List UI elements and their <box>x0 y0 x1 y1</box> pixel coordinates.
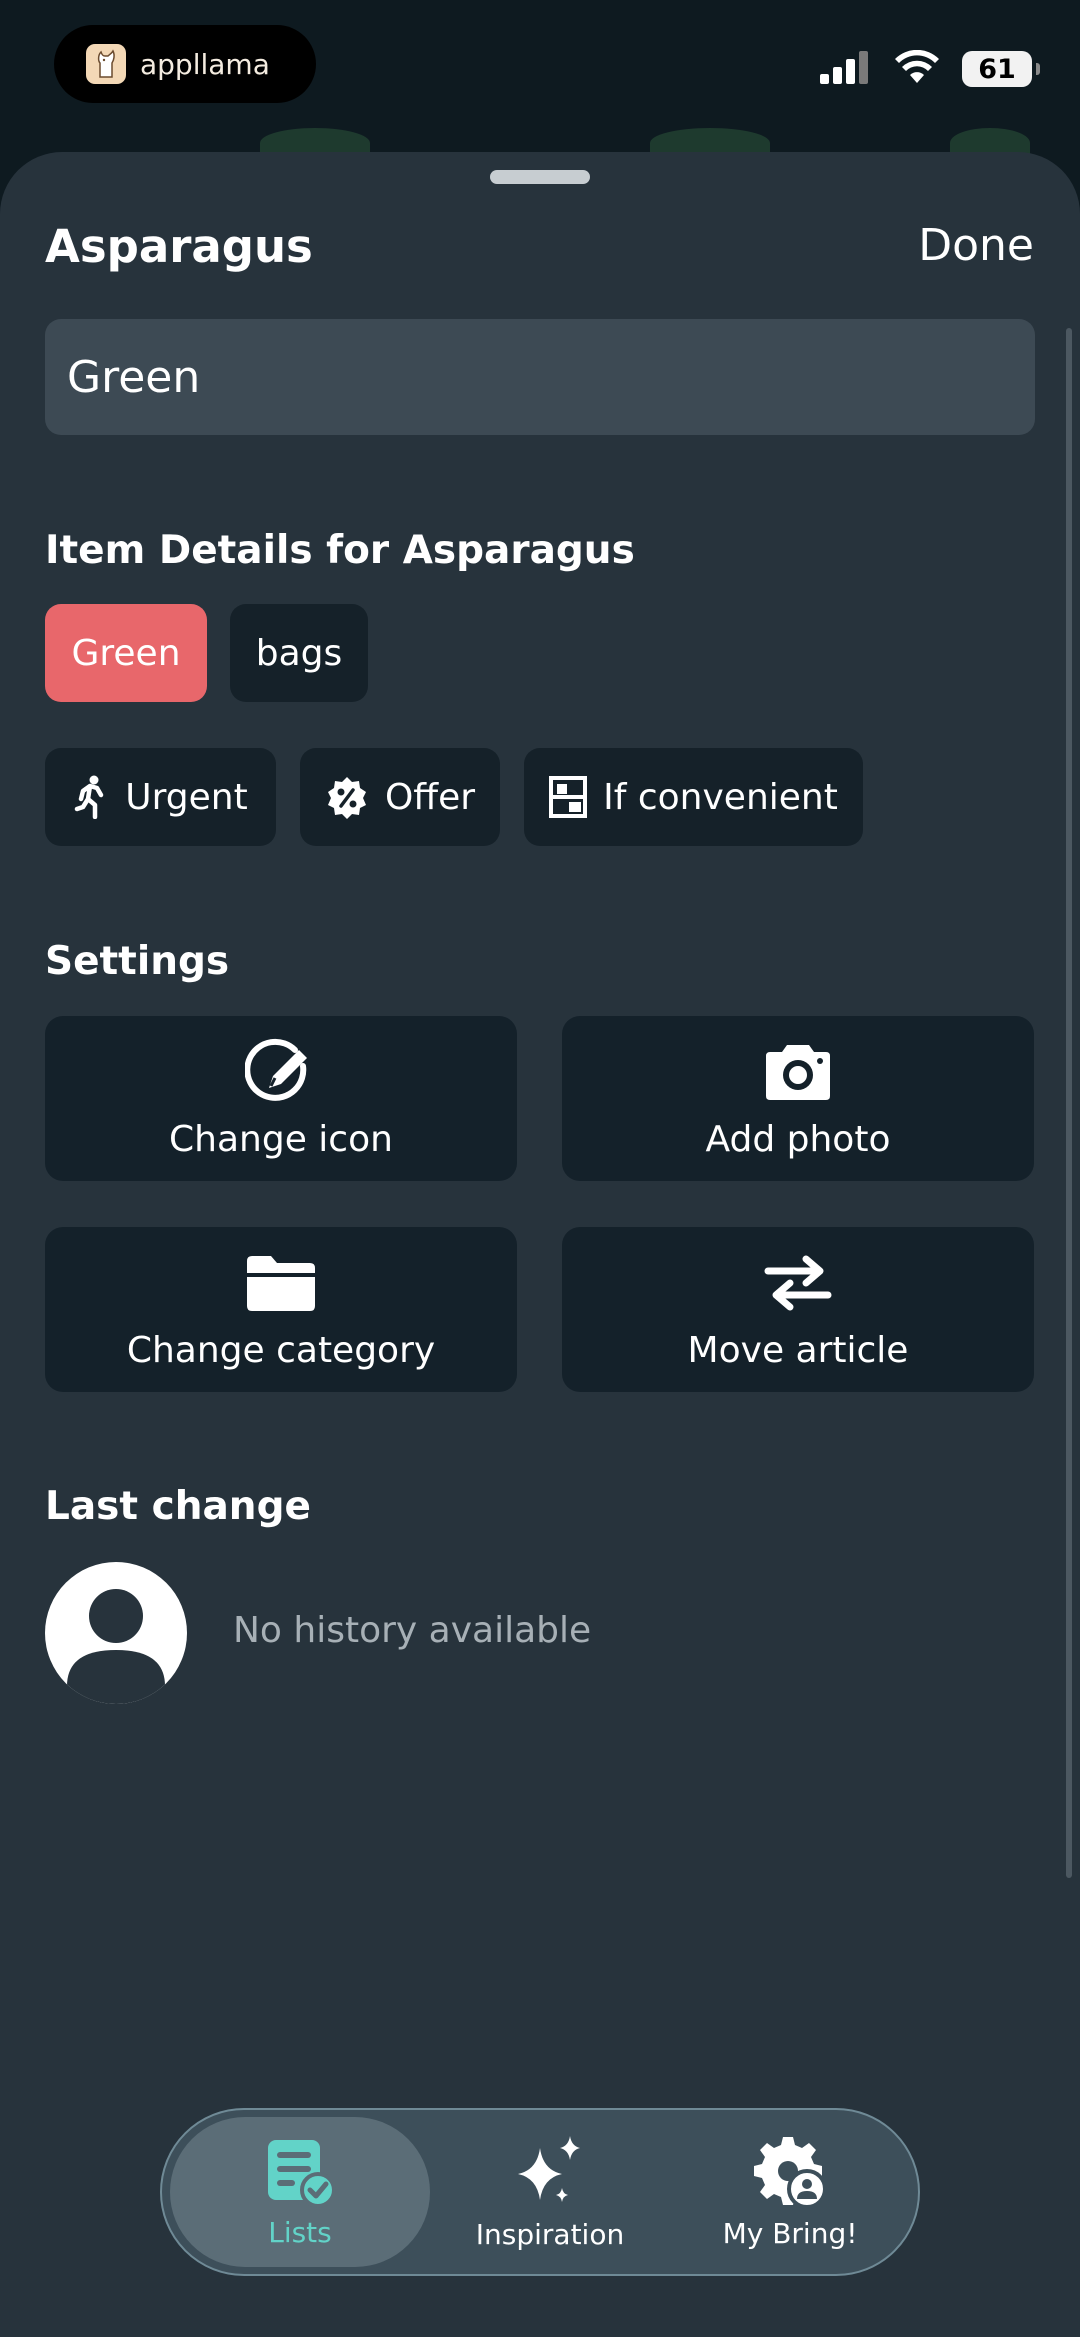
list-check-icon <box>264 2136 336 2212</box>
change-icon-button[interactable]: Change icon <box>45 1016 517 1181</box>
tile-label: Change icon <box>169 1119 393 1160</box>
spec-chip-green[interactable]: Green <box>45 604 207 702</box>
chip-label: bags <box>255 632 343 674</box>
tag-offer[interactable]: Offer <box>300 748 500 846</box>
item-title: Asparagus <box>45 220 313 273</box>
done-button[interactable]: Done <box>918 220 1034 271</box>
shelf-icon <box>549 776 588 818</box>
chip-label: Green <box>71 632 181 674</box>
tab-inspiration[interactable]: Inspiration <box>430 2117 670 2267</box>
gear-user-icon <box>753 2135 827 2213</box>
tab-label: My Bring! <box>722 2216 858 2250</box>
app-name: appllama <box>140 47 270 81</box>
tile-label: Move article <box>687 1330 909 1371</box>
add-photo-button[interactable]: Add photo <box>562 1016 1034 1181</box>
sheet-grabber[interactable] <box>490 170 590 184</box>
move-article-button[interactable]: Move article <box>562 1227 1034 1392</box>
tab-my-bring[interactable]: My Bring! <box>670 2117 910 2267</box>
tag-if-convenient[interactable]: If convenient <box>524 748 863 846</box>
tag-urgent[interactable]: Urgent <box>45 748 276 846</box>
tab-lists[interactable]: Lists <box>170 2117 430 2267</box>
tile-label: Add photo <box>705 1119 891 1160</box>
last-change-heading: Last change <box>45 1484 311 1529</box>
battery-indicator: 61 <box>962 51 1040 87</box>
settings-heading: Settings <box>45 939 230 984</box>
folder-icon <box>245 1248 317 1318</box>
tag-label: Offer <box>384 776 476 818</box>
wifi-icon <box>894 49 940 88</box>
item-detail-sheet: Asparagus Done Green Item Details for As… <box>0 152 1080 2337</box>
percent-badge-icon <box>325 775 369 819</box>
change-category-button[interactable]: Change category <box>45 1227 517 1392</box>
item-details-heading: Item Details for Asparagus <box>45 528 635 573</box>
scrollbar[interactable] <box>1066 328 1072 1878</box>
tab-label: Inspiration <box>475 2217 625 2251</box>
tag-label: Urgent <box>125 776 248 818</box>
camera-icon <box>762 1037 834 1107</box>
edit-icon <box>245 1037 317 1107</box>
bottom-tab-bar: Lists Inspiration My Bring! <box>160 2108 920 2276</box>
history-empty-text: No history available <box>233 1610 592 1651</box>
app-pill[interactable]: appllama <box>54 25 316 103</box>
llama-logo-icon <box>86 44 126 84</box>
user-avatar-icon <box>45 1562 187 1704</box>
specification-input[interactable]: Green <box>45 319 1035 435</box>
signal-icon <box>820 50 872 88</box>
swap-arrows-icon <box>760 1248 836 1318</box>
status-bar: appllama 61 <box>0 0 1080 150</box>
spec-chip-bags[interactable]: bags <box>230 604 368 702</box>
tab-label: Lists <box>268 2215 332 2249</box>
running-person-icon <box>73 775 109 819</box>
sparkles-icon <box>512 2134 588 2214</box>
tile-label: Change category <box>126 1330 436 1371</box>
tag-label: If convenient <box>603 776 838 818</box>
